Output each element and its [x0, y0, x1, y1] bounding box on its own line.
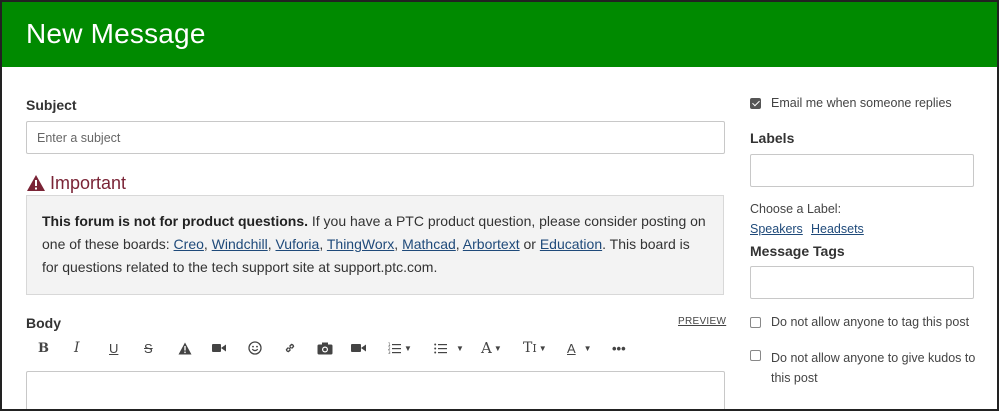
body-label: Body	[26, 315, 61, 331]
link-arbortext[interactable]: Arbortext	[463, 236, 520, 252]
important-heading: Important	[26, 172, 126, 194]
labels-input[interactable]	[750, 154, 974, 187]
subject-label: Subject	[26, 97, 77, 113]
warning-icon[interactable]	[178, 338, 192, 358]
link-mathcad[interactable]: Mathcad	[402, 236, 456, 252]
strikethrough-icon[interactable]: S	[144, 338, 153, 358]
separator: ,	[203, 236, 212, 252]
video-camera-icon[interactable]	[351, 338, 366, 358]
link-creo[interactable]: Creo	[174, 236, 204, 252]
notice-bold: This forum is not for product questions.	[42, 213, 308, 229]
numbered-list-icon[interactable]: 123 ▼	[388, 338, 412, 358]
no-tag-label: Do not allow anyone to tag this post	[771, 315, 970, 329]
text-color-icon[interactable]: A ▼	[567, 338, 592, 358]
page-header: New Message	[2, 2, 997, 67]
email-replies-label: Email me when someone replies	[771, 96, 952, 110]
link-education[interactable]: Education	[540, 236, 602, 252]
camera-icon[interactable]	[317, 338, 333, 358]
bold-icon[interactable]: B	[38, 338, 49, 358]
link-icon[interactable]	[283, 338, 297, 358]
subject-input[interactable]	[27, 122, 724, 153]
emoji-icon[interactable]	[248, 338, 262, 358]
no-kudos-checkbox[interactable]	[750, 350, 761, 361]
preview-link[interactable]: PREVIEW	[678, 316, 726, 327]
link-vuforia[interactable]: Vuforia	[275, 236, 319, 252]
separator: ,	[319, 236, 327, 252]
bullet-list-icon[interactable]: ▼	[434, 338, 464, 358]
body-editor[interactable]	[26, 371, 725, 409]
underline-icon[interactable]: U	[109, 338, 118, 358]
svg-text:3: 3	[388, 350, 391, 354]
message-tags-heading: Message Tags	[750, 243, 845, 259]
separator: or	[519, 236, 540, 252]
italic-icon[interactable]: I	[74, 338, 80, 358]
important-title: Important	[50, 172, 127, 193]
choose-label-text: Choose a Label:	[750, 202, 842, 216]
no-tag-checkbox[interactable]	[750, 317, 761, 328]
no-kudos-label: Do not allow anyone to give kudos to thi…	[771, 351, 976, 385]
font-size-icon[interactable]: T I ▼	[523, 338, 547, 358]
editor-toolbar: B I U S 123 ▼ ▼ A ▼ T I ▼ A ▼ •••	[30, 338, 670, 358]
separator: ,	[394, 236, 403, 252]
font-family-icon[interactable]: A ▼	[481, 338, 502, 358]
labels-heading: Labels	[750, 130, 795, 146]
link-windchill[interactable]: Windchill	[212, 236, 268, 252]
subject-field[interactable]	[26, 121, 725, 154]
new-message-page: New Message Subject Important This forum…	[0, 0, 999, 411]
message-tags-input[interactable]	[750, 266, 974, 299]
more-icon[interactable]: •••	[612, 338, 626, 358]
link-thingworx[interactable]: ThingWorx	[327, 236, 394, 252]
email-replies-checkbox[interactable]	[750, 98, 761, 109]
warning-icon	[27, 175, 45, 191]
label-option-speakers[interactable]: Speakers	[750, 222, 803, 236]
separator: ,	[455, 236, 463, 252]
page-title: New Message	[26, 18, 206, 49]
label-option-headsets[interactable]: Headsets	[811, 222, 864, 236]
important-notice: This forum is not for product questions.…	[26, 195, 724, 295]
video-icon[interactable]	[212, 338, 226, 358]
